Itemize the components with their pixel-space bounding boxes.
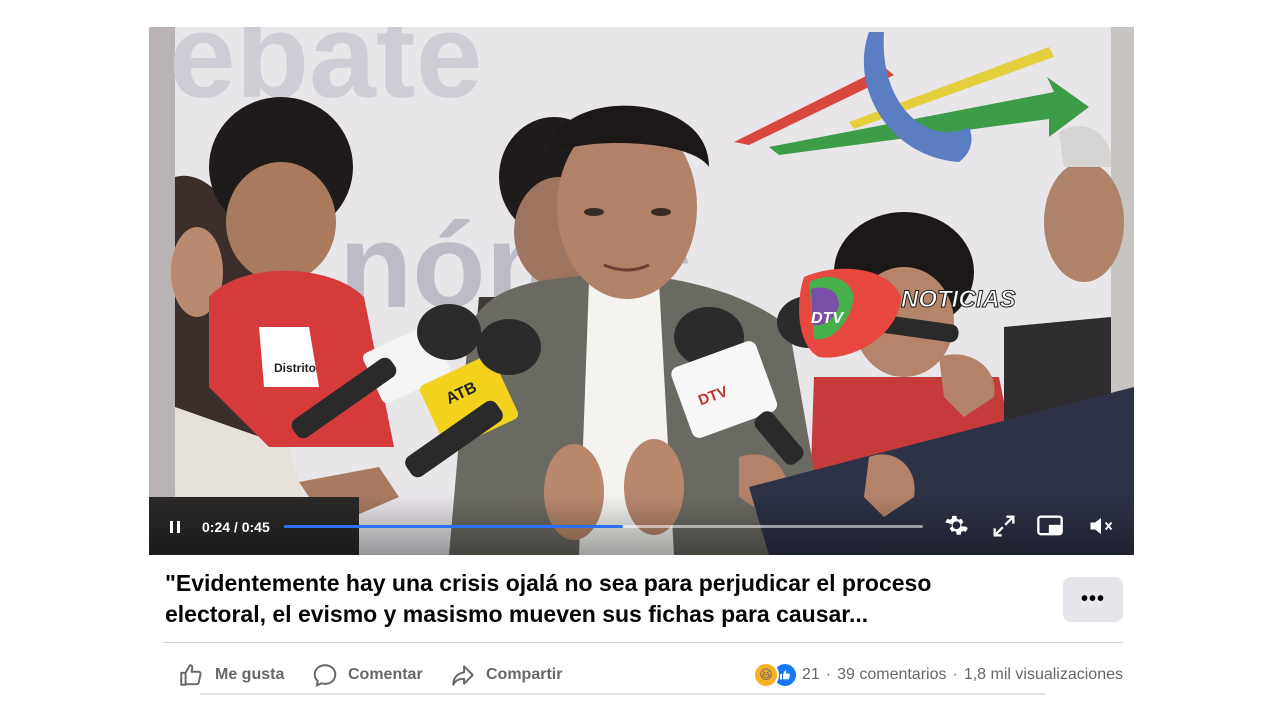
video-time: 0:24 / 0:45 [202, 519, 270, 535]
post-divider [163, 642, 1123, 643]
dtv-logo-text: DTV [811, 310, 844, 327]
haha-reaction-icon[interactable]: 😆 [752, 662, 779, 688]
fullscreen-expand-icon[interactable] [990, 512, 1018, 540]
video-player[interactable]: ebate nómic Distrito ATB DTV DTV NOTICIA… [149, 27, 1134, 555]
view-count: 1,8 mil visualizaciones [963, 666, 1123, 683]
noticias-overlay-text: NOTICIAS [901, 286, 1016, 313]
share-arrow-icon [452, 665, 474, 686]
seek-bar-progress [284, 525, 623, 528]
settings-gear-icon[interactable] [942, 512, 970, 540]
stats-separator: · [825, 666, 832, 683]
seek-bar[interactable] [284, 525, 923, 528]
current-time: 0:24 [202, 519, 231, 535]
comment-button[interactable]: Comentar [312, 660, 423, 690]
stats-separator: · [952, 666, 958, 683]
video-controls-bar: 0:24 / 0:45 [149, 495, 1134, 555]
comment-count-link[interactable]: 39 comentarios [837, 666, 946, 684]
post-stats: 😆 21 · 39 comentarios · 1,8 mil visualiz… [752, 660, 1123, 690]
comment-label: Comentar [348, 666, 423, 683]
svg-text:ebate: ebate [169, 27, 482, 123]
more-options-button[interactable]: ••• [1063, 577, 1123, 622]
jacket-text: Distrito [274, 361, 316, 375]
like-label: Me gusta [215, 666, 285, 683]
thumbs-up-icon [180, 664, 202, 686]
comment-bubble-icon [313, 664, 337, 687]
picture-in-picture-icon[interactable] [1036, 512, 1064, 540]
post-caption: "Evidentemente hay una crisis ojalá no s… [165, 570, 932, 627]
volume-muted-icon[interactable] [1087, 512, 1115, 540]
pause-icon[interactable] [167, 519, 183, 535]
time-separator: / [233, 519, 238, 535]
video-frame: ebate nómic Distrito ATB DTV DTV NOTICIA… [149, 27, 1134, 555]
duration: 0:45 [241, 519, 270, 535]
share-label: Compartir [486, 666, 563, 683]
share-button[interactable]: Compartir [450, 660, 562, 690]
reaction-count[interactable]: 21 [802, 666, 820, 684]
more-options-dots: ••• [1080, 588, 1105, 610]
bottom-scroll-line [200, 693, 1045, 695]
like-button[interactable]: Me gusta [177, 660, 284, 690]
